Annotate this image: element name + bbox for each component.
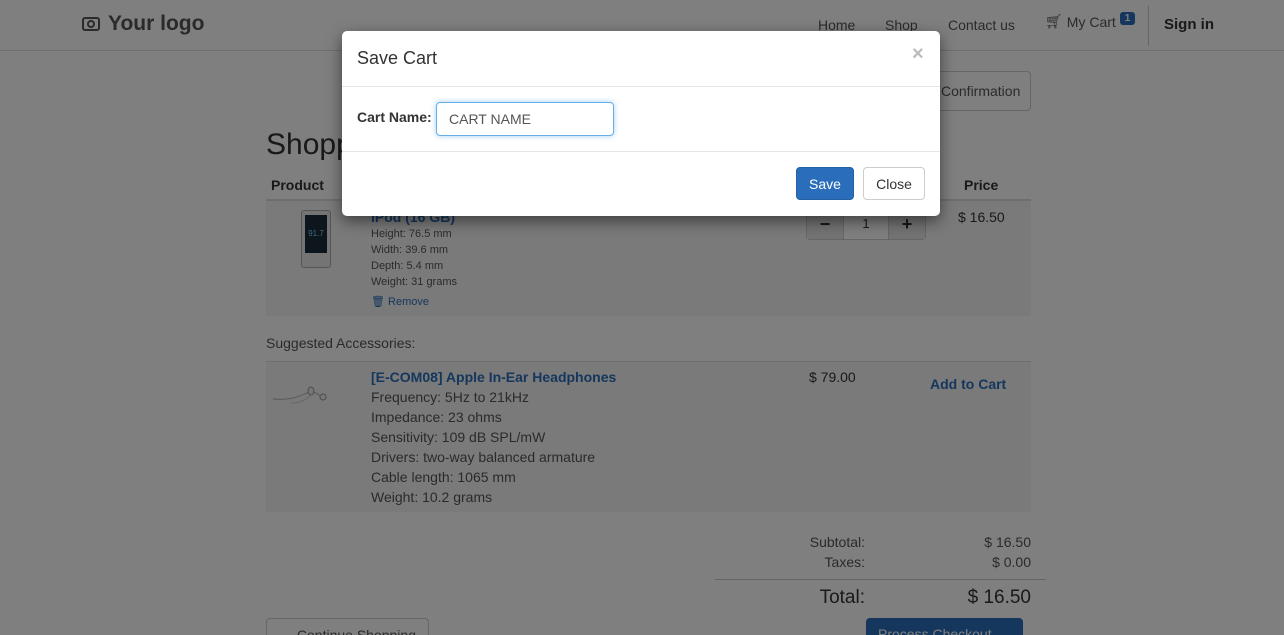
close-button[interactable]: Close bbox=[863, 167, 925, 200]
modal-body: Cart Name: bbox=[342, 87, 940, 152]
cart-name-input[interactable] bbox=[436, 102, 614, 136]
cart-name-label: Cart Name: bbox=[357, 109, 432, 125]
modal-title: Save Cart bbox=[357, 48, 438, 68]
modal-header: Save Cart × bbox=[342, 31, 940, 87]
save-button[interactable]: Save bbox=[796, 167, 854, 200]
close-icon[interactable]: × bbox=[912, 44, 924, 64]
save-cart-dialog: Save Cart × Cart Name: Save Close bbox=[342, 31, 940, 216]
